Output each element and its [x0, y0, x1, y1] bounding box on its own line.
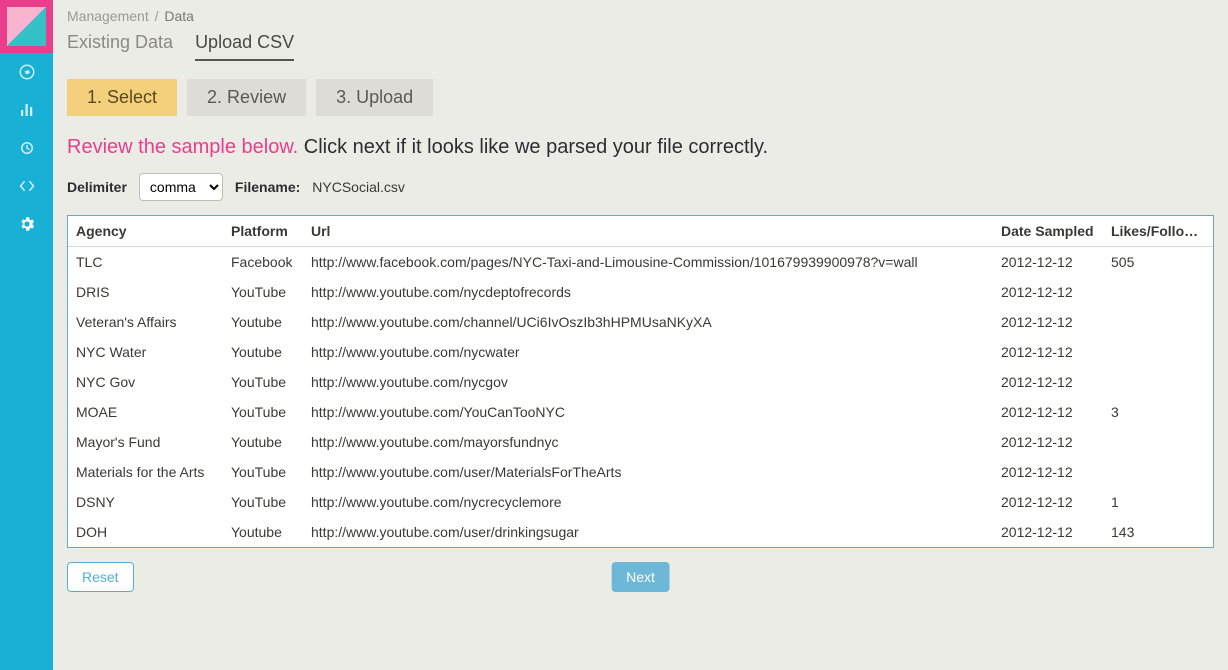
reset-button[interactable]: Reset [67, 562, 134, 592]
cell-url: http://www.youtube.com/nycrecyclemore [303, 487, 993, 517]
cell-agency: TLC [68, 247, 223, 278]
table-row: MOAEYouTubehttp://www.youtube.com/YouCan… [68, 397, 1213, 427]
cell-url: http://www.youtube.com/user/drinkingsuga… [303, 517, 993, 547]
cell-url: http://www.youtube.com/nycgov [303, 367, 993, 397]
footer-actions: Reset Next [53, 548, 1228, 592]
cell-likes: 1 [1103, 487, 1213, 517]
filename-label: Filename: [235, 179, 300, 195]
cell-url: http://www.youtube.com/mayorsfundnyc [303, 427, 993, 457]
cell-date: 2012-12-12 [993, 457, 1103, 487]
cell-date: 2012-12-12 [993, 307, 1103, 337]
cell-likes: 143 [1103, 517, 1213, 547]
cell-date: 2012-12-12 [993, 277, 1103, 307]
parse-settings: Delimiter comma Filename: NYCSocial.csv [53, 173, 1228, 215]
col-url[interactable]: Url [303, 216, 993, 247]
breadcrumb-current: Data [164, 8, 194, 24]
cell-agency: NYC Water [68, 337, 223, 367]
cell-agency: DOH [68, 517, 223, 547]
cell-likes [1103, 457, 1213, 487]
cell-platform: Youtube [223, 337, 303, 367]
cell-url: http://www.youtube.com/nycwater [303, 337, 993, 367]
breadcrumb-separator: / [153, 8, 161, 24]
cell-date: 2012-12-12 [993, 517, 1103, 547]
cell-date: 2012-12-12 [993, 337, 1103, 367]
timelion-icon[interactable] [0, 129, 53, 167]
cell-agency: MOAE [68, 397, 223, 427]
tab-existing-data[interactable]: Existing Data [67, 32, 173, 61]
cell-platform: Youtube [223, 307, 303, 337]
kibana-logo[interactable] [0, 0, 53, 53]
cell-platform: YouTube [223, 487, 303, 517]
table-row: TLCFacebookhttp://www.facebook.com/pages… [68, 247, 1213, 278]
next-button[interactable]: Next [611, 562, 670, 592]
preview-table: Agency Platform Url Date Sampled Likes/F… [67, 215, 1214, 548]
table-row: DSNYYouTubehttp://www.youtube.com/nycrec… [68, 487, 1213, 517]
table-row: Materials for the ArtsYouTubehttp://www.… [68, 457, 1213, 487]
cell-agency: Mayor's Fund [68, 427, 223, 457]
cell-platform: YouTube [223, 367, 303, 397]
upload-steps: 1. Select 2. Review 3. Upload [53, 61, 1228, 126]
breadcrumb: Management / Data [53, 0, 1228, 28]
table-header-row: Agency Platform Url Date Sampled Likes/F… [68, 216, 1213, 247]
cell-likes [1103, 307, 1213, 337]
cell-likes [1103, 277, 1213, 307]
cell-date: 2012-12-12 [993, 427, 1103, 457]
cell-date: 2012-12-12 [993, 367, 1103, 397]
cell-agency: Veteran's Affairs [68, 307, 223, 337]
discover-icon[interactable] [0, 53, 53, 91]
col-date[interactable]: Date Sampled [993, 216, 1103, 247]
tab-upload-csv[interactable]: Upload CSV [195, 32, 294, 61]
visualize-icon[interactable] [0, 91, 53, 129]
cell-url: http://www.youtube.com/YouCanTooNYC [303, 397, 993, 427]
cell-url: http://www.facebook.com/pages/NYC-Taxi-a… [303, 247, 993, 278]
table-row: NYC WaterYoutubehttp://www.youtube.com/n… [68, 337, 1213, 367]
cell-url: http://www.youtube.com/channel/UCi6IvOsz… [303, 307, 993, 337]
main-panel: Management / Data Existing Data Upload C… [53, 0, 1228, 670]
cell-agency: DSNY [68, 487, 223, 517]
review-highlight: Review the sample below. [67, 136, 298, 158]
cell-date: 2012-12-12 [993, 397, 1103, 427]
table-row: DRISYouTubehttp://www.youtube.com/nycdep… [68, 277, 1213, 307]
breadcrumb-root[interactable]: Management [67, 8, 149, 24]
cell-platform: Youtube [223, 517, 303, 547]
table-row: DOHYoutubehttp://www.youtube.com/user/dr… [68, 517, 1213, 547]
delimiter-label: Delimiter [67, 179, 127, 195]
cell-platform: Youtube [223, 427, 303, 457]
step-upload[interactable]: 3. Upload [316, 79, 433, 116]
app-sidebar [0, 0, 53, 670]
cell-platform: YouTube [223, 397, 303, 427]
table-row: Mayor's FundYoutubehttp://www.youtube.co… [68, 427, 1213, 457]
cell-likes [1103, 427, 1213, 457]
filename-value: NYCSocial.csv [312, 179, 405, 195]
cell-agency: NYC Gov [68, 367, 223, 397]
step-select[interactable]: 1. Select [67, 79, 177, 116]
cell-platform: YouTube [223, 457, 303, 487]
cell-platform: YouTube [223, 277, 303, 307]
management-icon[interactable] [0, 205, 53, 243]
cell-url: http://www.youtube.com/nycdeptofrecords [303, 277, 993, 307]
col-platform[interactable]: Platform [223, 216, 303, 247]
step-review[interactable]: 2. Review [187, 79, 306, 116]
col-agency[interactable]: Agency [68, 216, 223, 247]
cell-likes: 505 [1103, 247, 1213, 278]
cell-likes [1103, 367, 1213, 397]
cell-agency: Materials for the Arts [68, 457, 223, 487]
cell-platform: Facebook [223, 247, 303, 278]
review-rest: Click next if it looks like we parsed yo… [304, 136, 768, 158]
cell-date: 2012-12-12 [993, 487, 1103, 517]
col-likes[interactable]: Likes/Follow... [1103, 216, 1213, 247]
cell-likes: 3 [1103, 397, 1213, 427]
cell-url: http://www.youtube.com/user/MaterialsFor… [303, 457, 993, 487]
table-row: NYC GovYouTubehttp://www.youtube.com/nyc… [68, 367, 1213, 397]
cell-likes [1103, 337, 1213, 367]
table-row: Veteran's AffairsYoutubehttp://www.youtu… [68, 307, 1213, 337]
data-tabs: Existing Data Upload CSV [53, 28, 1228, 61]
delimiter-select[interactable]: comma [139, 173, 223, 201]
review-instruction: Review the sample below. Click next if i… [53, 126, 1228, 173]
cell-agency: DRIS [68, 277, 223, 307]
cell-date: 2012-12-12 [993, 247, 1103, 278]
devtools-icon[interactable] [0, 167, 53, 205]
